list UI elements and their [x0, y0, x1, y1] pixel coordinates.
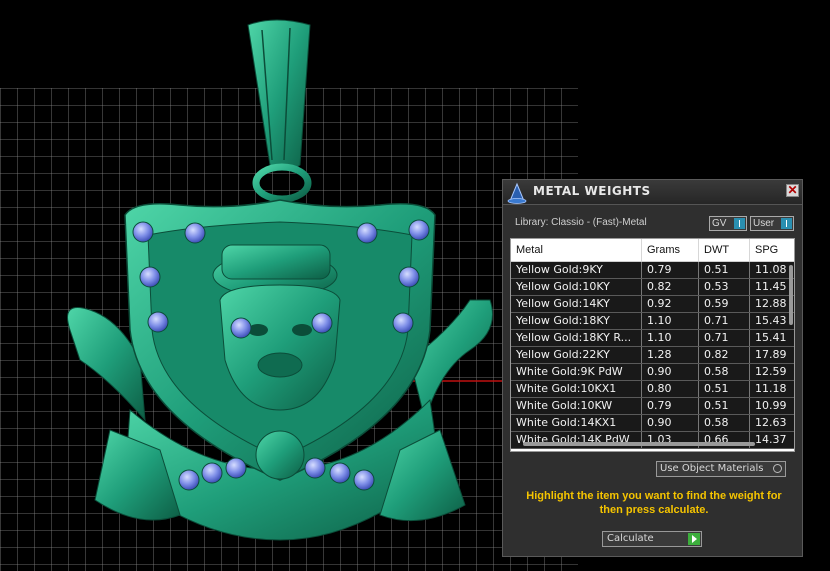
header-spg[interactable]: SPG	[750, 239, 794, 261]
table-row[interactable]: White Gold:9K PdW 0.90 0.58 12.59	[511, 364, 794, 381]
vertical-scrollbar[interactable]	[789, 265, 793, 325]
dwt-cell: 0.71	[699, 330, 750, 346]
instruction-text: Highlight the item you want to find the …	[526, 490, 782, 516]
metal-cell: Yellow Gold:18KY R...	[511, 330, 642, 346]
table-row[interactable]: Yellow Gold:10KY 0.82 0.53 11.45	[511, 279, 794, 296]
grams-cell: 1.28	[642, 347, 699, 363]
table-row[interactable]: Yellow Gold:14KY 0.92 0.59 12.88	[511, 296, 794, 313]
table-row[interactable]: Yellow Gold:18KY 1.10 0.71 15.43	[511, 313, 794, 330]
grams-cell: 1.10	[642, 330, 699, 346]
dwt-cell: 0.51	[699, 262, 750, 278]
spg-cell: 11.18	[755, 382, 787, 395]
close-button[interactable]: ✕	[786, 184, 799, 197]
spg-cell: 12.88	[755, 297, 787, 310]
radio-icon[interactable]	[773, 464, 782, 473]
dwt-cell: 0.51	[699, 398, 750, 414]
calculate-label: Calculate	[607, 533, 654, 544]
grams-cell: 0.92	[642, 296, 699, 312]
grams-cell: 0.82	[642, 279, 699, 295]
metal-cell: Yellow Gold:18KY	[511, 313, 642, 329]
metal-cell: Yellow Gold:22KY	[511, 347, 642, 363]
spg-cell: 10.99	[755, 399, 787, 412]
table-row[interactable]: White Gold:10KX1 0.80 0.51 11.18	[511, 381, 794, 398]
grams-cell: 1.10	[642, 313, 699, 329]
metal-cell: White Gold:14KX1	[511, 415, 642, 431]
gv-toggle-label: GV	[712, 218, 727, 229]
grams-cell: 0.80	[642, 381, 699, 397]
toggle-knob-icon	[781, 218, 792, 229]
metal-cell: White Gold:10KW	[511, 398, 642, 414]
metal-cell: White Gold:10KX1	[511, 381, 642, 397]
user-toggle[interactable]: User	[750, 216, 794, 231]
gv-toggle[interactable]: GV	[709, 216, 747, 231]
metal-cell: White Gold:9K PdW	[511, 364, 642, 380]
toggle-knob-icon	[734, 218, 745, 229]
table-row[interactable]: Yellow Gold:18KY R... 1.10 0.71 15.41	[511, 330, 794, 347]
wizard-hat-icon	[507, 182, 527, 204]
spg-cell: 17.89	[755, 348, 787, 361]
use-object-materials-option[interactable]: Use Object Materials	[656, 461, 786, 477]
dwt-cell: 0.59	[699, 296, 750, 312]
calculate-button[interactable]: Calculate	[602, 531, 702, 547]
panel-titlebar[interactable]: METAL WEIGHTS ✕	[503, 180, 802, 205]
grams-cell: 0.79	[642, 262, 699, 278]
grams-cell: 0.79	[642, 398, 699, 414]
dwt-cell: 0.71	[699, 313, 750, 329]
table-row[interactable]: White Gold:10KW 0.79 0.51 10.99	[511, 398, 794, 415]
dwt-cell: 0.53	[699, 279, 750, 295]
header-grams[interactable]: Grams	[642, 239, 699, 261]
table-body: Yellow Gold:9KY 0.79 0.51 11.08 Yellow Gold:…	[511, 262, 794, 449]
grams-cell: 0.90	[642, 415, 699, 431]
grams-cell: 0.90	[642, 364, 699, 380]
library-label: Library: Classio - (Fast)-Metal	[515, 217, 647, 228]
metal-weights-panel: METAL WEIGHTS ✕ Library: Classio - (Fast…	[502, 179, 803, 557]
metal-table[interactable]: Metal Grams DWT SPG Yellow Gold:9KY 0.79 0…	[510, 238, 795, 452]
spg-cell: 15.43	[755, 314, 787, 327]
spg-cell: 15.41	[755, 331, 787, 344]
dwt-cell: 0.82	[699, 347, 750, 363]
table-row[interactable]: Yellow Gold:9KY 0.79 0.51 11.08	[511, 262, 794, 279]
metal-cell: Yellow Gold:14KY	[511, 296, 642, 312]
table-header: Metal Grams DWT SPG	[511, 239, 794, 262]
spg-cell: 11.08	[755, 263, 787, 276]
play-arrow-icon	[688, 533, 700, 545]
table-row[interactable]: White Gold:14KX1 0.90 0.58 12.63	[511, 415, 794, 432]
spg-cell: 14.37	[755, 433, 787, 446]
metal-cell: Yellow Gold:9KY	[511, 262, 642, 278]
use-object-materials-label: Use Object Materials	[660, 463, 764, 474]
metal-cell: Yellow Gold:10KY	[511, 279, 642, 295]
user-toggle-label: User	[753, 218, 775, 229]
spg-cell: 12.63	[755, 416, 787, 429]
spg-cell: 12.59	[755, 365, 787, 378]
header-metal[interactable]: Metal	[511, 239, 642, 261]
spg-cell: 11.45	[755, 280, 787, 293]
dwt-cell: 0.58	[699, 415, 750, 431]
dwt-cell: 0.58	[699, 364, 750, 380]
table-row[interactable]: Yellow Gold:22KY 1.28 0.82 17.89	[511, 347, 794, 364]
table-row[interactable]: White Gold:14K PdW 1.03 0.66 14.37	[511, 432, 794, 449]
horizontal-scrollbar[interactable]	[523, 442, 755, 446]
panel-title: METAL WEIGHTS	[533, 184, 651, 198]
dwt-cell: 0.51	[699, 381, 750, 397]
header-dwt[interactable]: DWT	[699, 239, 750, 261]
